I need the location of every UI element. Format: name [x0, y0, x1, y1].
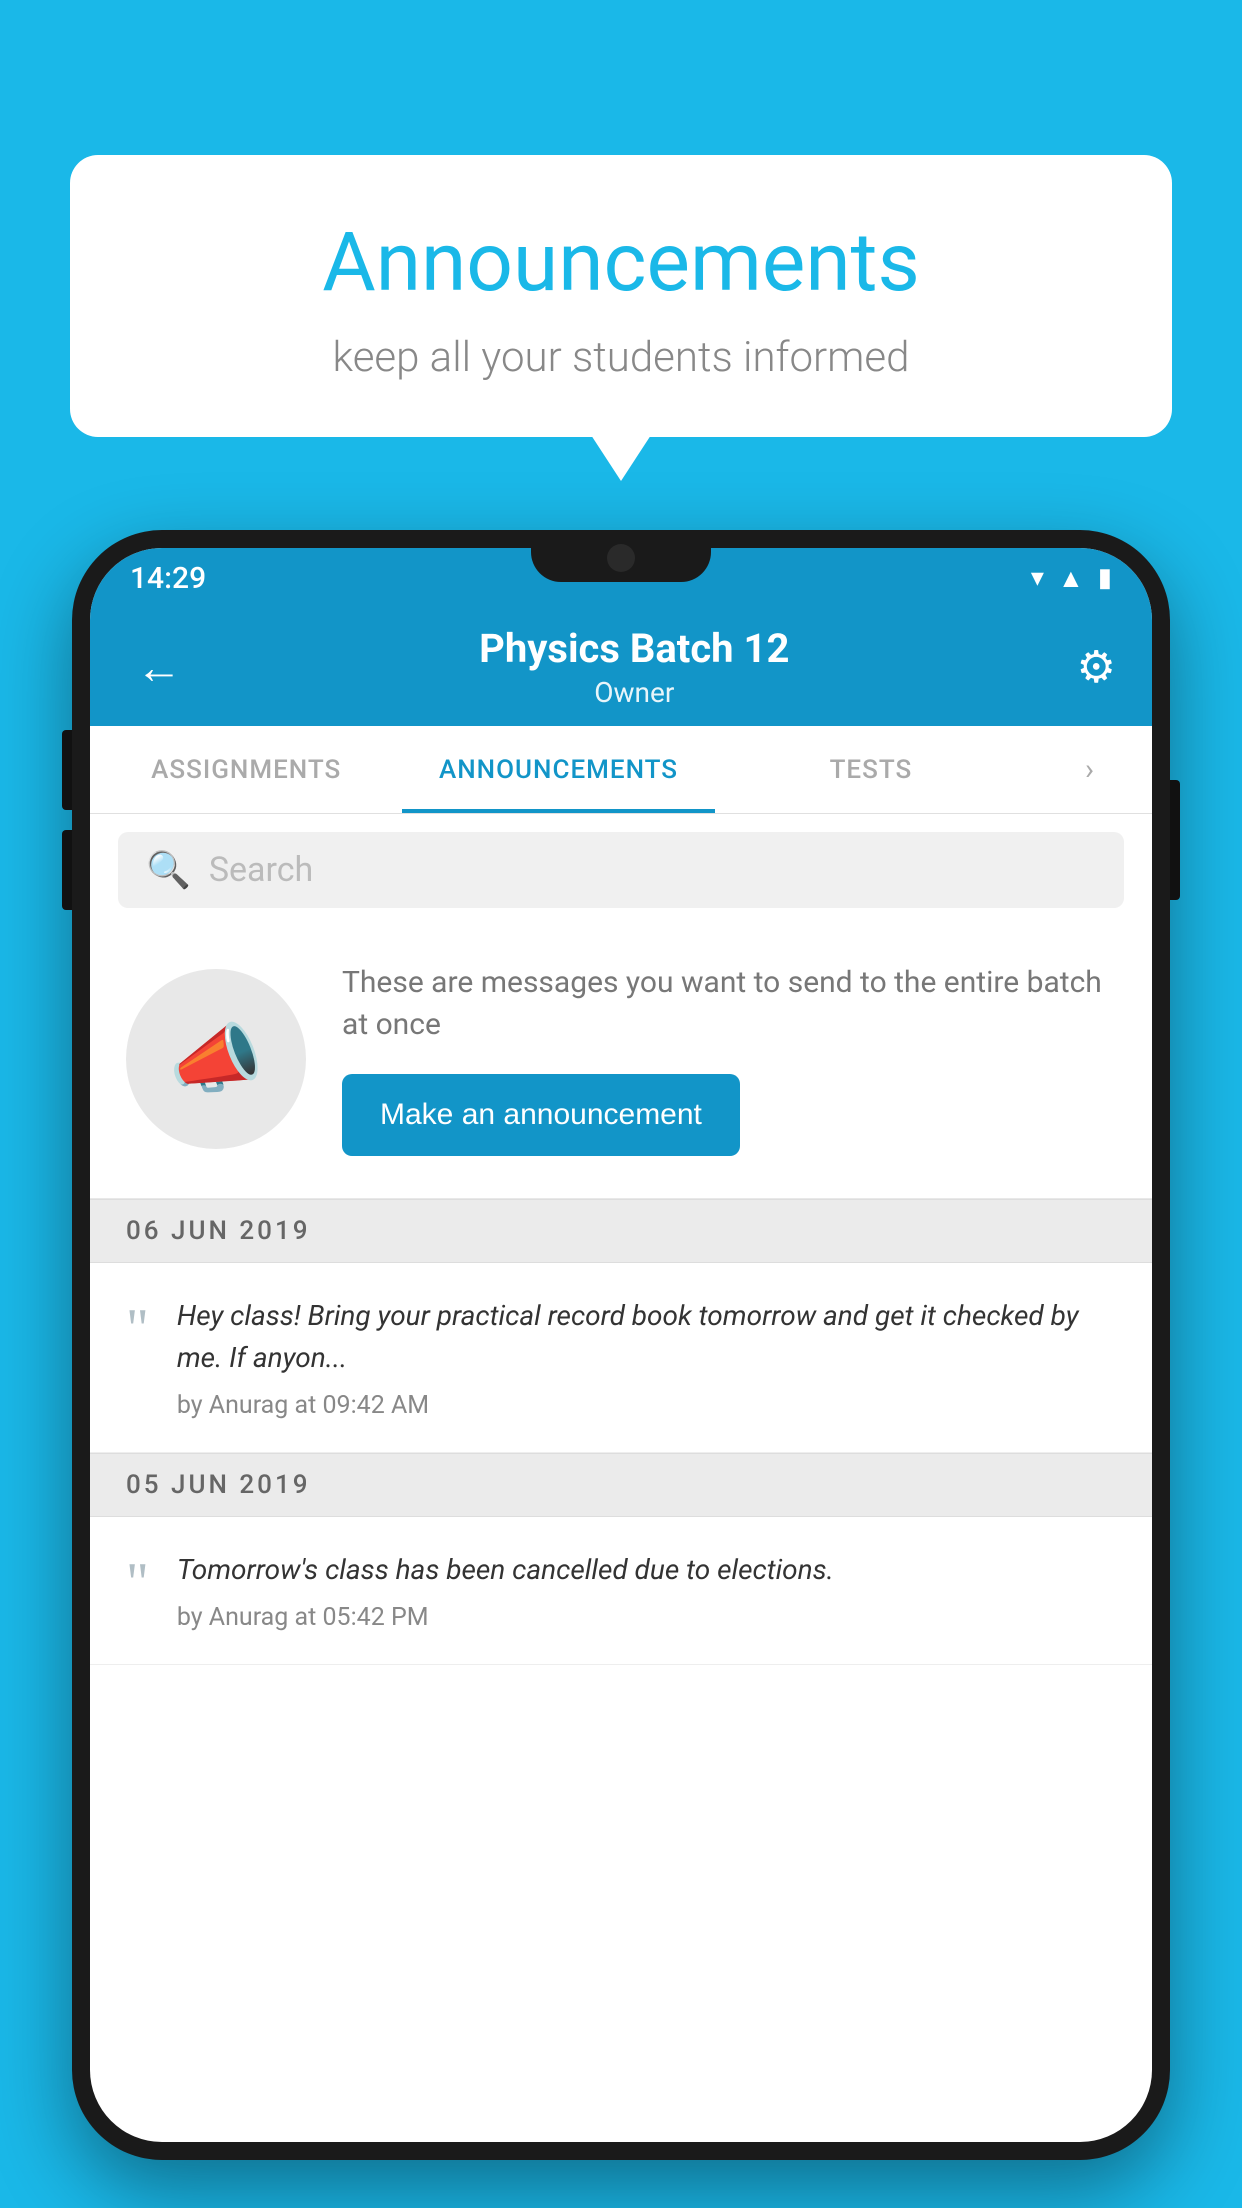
promo-icon-circle: 📣 — [126, 969, 306, 1149]
speech-bubble: Announcements keep all your students inf… — [70, 155, 1172, 437]
date-separator-1: 06 JUN 2019 — [90, 1199, 1152, 1263]
app-bar-subtitle: Owner — [192, 676, 1077, 709]
announcement-item-1: " Hey class! Bring your practical record… — [90, 1263, 1152, 1453]
announcement-meta-2: by Anurag at 05:42 PM — [177, 1603, 1116, 1632]
speech-bubble-section: Announcements keep all your students inf… — [70, 155, 1172, 437]
volume-button-down — [62, 830, 72, 910]
search-input[interactable]: Search — [209, 850, 313, 890]
announcement-text-2: Tomorrow's class has been cancelled due … — [177, 1549, 1116, 1591]
battery-icon: ▮ — [1098, 563, 1112, 593]
announcement-text-1: Hey class! Bring your practical record b… — [177, 1295, 1116, 1379]
tabs-bar: ASSIGNMENTS ANNOUNCEMENTS TESTS › — [90, 726, 1152, 814]
app-bar-title-wrap: Physics Batch 12 Owner — [192, 625, 1077, 709]
back-button[interactable]: ← — [126, 630, 192, 705]
announcement-body-2: Tomorrow's class has been cancelled due … — [177, 1549, 1116, 1632]
app-bar-title: Physics Batch 12 — [192, 625, 1077, 672]
signal-icon: ▲ — [1058, 563, 1084, 594]
search-bar-wrap: 🔍 Search — [90, 814, 1152, 926]
promo-right: These are messages you want to send to t… — [342, 962, 1116, 1156]
wifi-icon: ▾ — [1031, 563, 1044, 593]
phone-screen: 14:29 ▾ ▲ ▮ ← Physics Batch 12 Owner ⚙ — [90, 548, 1152, 2142]
screen-content: 🔍 Search 📣 These are messages you want t… — [90, 814, 1152, 1665]
promo-description: These are messages you want to send to t… — [342, 962, 1116, 1046]
power-button — [1170, 780, 1180, 900]
status-icons: ▾ ▲ ▮ — [1031, 563, 1112, 594]
make-announcement-button[interactable]: Make an announcement — [342, 1074, 740, 1156]
promo-section: 📣 These are messages you want to send to… — [90, 926, 1152, 1199]
megaphone-icon: 📣 — [169, 1014, 264, 1104]
phone-outer: 14:29 ▾ ▲ ▮ ← Physics Batch 12 Owner ⚙ — [72, 530, 1170, 2160]
tab-assignments[interactable]: ASSIGNMENTS — [90, 726, 402, 813]
announcement-body-1: Hey class! Bring your practical record b… — [177, 1295, 1116, 1420]
front-camera — [607, 544, 635, 572]
tab-tests[interactable]: TESTS — [715, 726, 1027, 813]
announcement-meta-1: by Anurag at 09:42 AM — [177, 1391, 1116, 1420]
tab-announcements[interactable]: ANNOUNCEMENTS — [402, 726, 714, 813]
quote-icon-1: " — [126, 1301, 149, 1420]
search-icon: 🔍 — [146, 849, 191, 891]
status-time: 14:29 — [130, 561, 206, 596]
announcement-item-2: " Tomorrow's class has been cancelled du… — [90, 1517, 1152, 1665]
volume-button-up — [62, 730, 72, 810]
bubble-title: Announcements — [140, 215, 1102, 311]
bubble-subtitle: keep all your students informed — [140, 333, 1102, 382]
quote-icon-2: " — [126, 1555, 149, 1632]
phone-notch — [531, 530, 711, 582]
app-bar: ← Physics Batch 12 Owner ⚙ — [90, 608, 1152, 726]
phone-mockup: 14:29 ▾ ▲ ▮ ← Physics Batch 12 Owner ⚙ — [72, 530, 1170, 2208]
tab-more[interactable]: › — [1027, 726, 1152, 813]
date-separator-2: 05 JUN 2019 — [90, 1453, 1152, 1517]
search-bar[interactable]: 🔍 Search — [118, 832, 1124, 908]
settings-button[interactable]: ⚙ — [1077, 641, 1116, 693]
